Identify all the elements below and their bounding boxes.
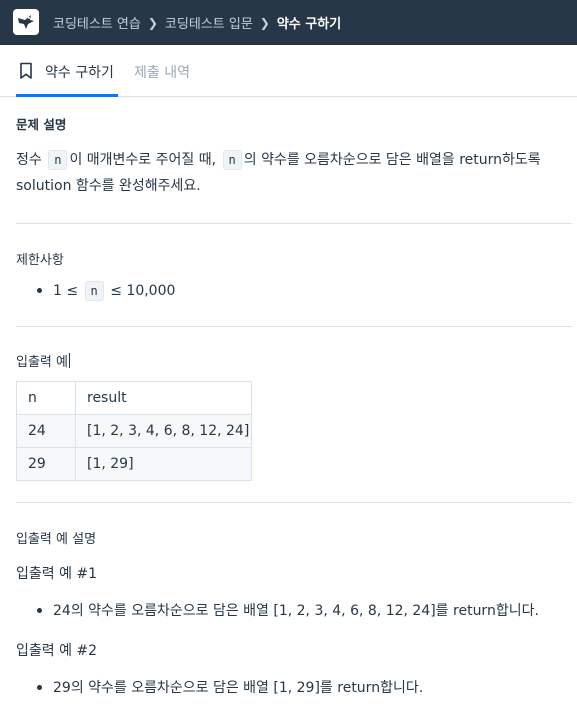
divider <box>16 223 572 224</box>
text-cursor <box>68 353 70 368</box>
breadcrumb: 코딩테스트 연습 ❯ 코딩테스트 입문 ❯ 약수 구하기 <box>53 0 341 45</box>
logo-icon <box>18 15 34 29</box>
io-example-2-list: 29의 약수를 오름차순으로 담은 배열 [1, 29]를 return합니다. <box>36 677 423 699</box>
description-heading: 문제 설명 <box>16 117 67 132</box>
tab-submissions[interactable]: 제출 내역 <box>134 62 190 82</box>
table-header-result: result <box>75 381 252 415</box>
io-example-table: n result 24 [1, 2, 3, 4, 6, 8, 12, 24] 2… <box>16 381 252 481</box>
chevron-right-icon: ❯ <box>147 15 158 30</box>
description-part1: 정수 <box>16 152 42 168</box>
table-header-n: n <box>16 381 76 415</box>
active-tab-indicator <box>16 94 118 97</box>
table-cell-result: [1, 29] <box>75 447 252 481</box>
breadcrumb-current: 약수 구하기 <box>276 17 342 32</box>
description-part3: 의 약수를 오름차순으로 담은 배열을 return하도록 <box>243 152 541 168</box>
breadcrumb-item-intro[interactable]: 코딩테스트 입문 <box>165 13 253 32</box>
io-example-2-title: 입출력 예 #2 <box>16 643 98 659</box>
divider <box>16 326 572 327</box>
io-example-1-title: 입출력 예 #1 <box>16 566 98 582</box>
table-header-row: n result <box>16 381 252 415</box>
io-example-1-text: 24의 약수를 오름차순으로 담은 배열 [1, 2, 3, 4, 6, 8, … <box>36 600 539 622</box>
io-example-2-text: 29의 약수를 오름차순으로 담은 배열 [1, 29]를 return합니다. <box>36 677 423 699</box>
description-text: 정수 n이 매개변수로 주어질 때, n의 약수를 오름차순으로 담은 배열을 … <box>16 147 572 199</box>
io-example-heading-text: 입출력 예 <box>16 355 68 370</box>
programmers-logo[interactable] <box>13 9 39 35</box>
constraint-item: 1 ≤ n ≤ 10,000 <box>36 280 175 302</box>
description-part2: 이 매개변수로 주어질 때, <box>69 152 217 168</box>
constraint-pre: 1 ≤ <box>53 283 79 299</box>
divider <box>16 502 572 503</box>
table-row: 24 [1, 2, 3, 4, 6, 8, 12, 24] <box>16 414 252 448</box>
code-var-n: n <box>84 281 104 301</box>
constraint-post: ≤ 10,000 <box>110 283 176 299</box>
bookmark-icon <box>20 62 32 79</box>
constraints-list: 1 ≤ n ≤ 10,000 <box>36 280 175 302</box>
io-explanation-heading: 입출력 예 설명 <box>16 532 97 547</box>
table-cell-result: [1, 2, 3, 4, 6, 8, 12, 24] <box>75 414 252 448</box>
constraints-heading: 제한사항 <box>16 253 64 268</box>
description-line2: solution 함수를 완성해주세요. <box>16 178 201 194</box>
problem-tabs: 약수 구하기 제출 내역 <box>0 45 577 97</box>
io-example-heading: 입출력 예 <box>16 351 70 370</box>
tab-problem[interactable]: 약수 구하기 <box>45 62 114 82</box>
table-cell-n: 29 <box>16 447 76 481</box>
table-row: 29 [1, 29] <box>16 447 252 481</box>
code-var-n: n <box>48 150 68 170</box>
table-cell-n: 24 <box>16 414 76 448</box>
breadcrumb-item-practice[interactable]: 코딩테스트 연습 <box>53 13 141 32</box>
top-nav-bar: 코딩테스트 연습 ❯ 코딩테스트 입문 ❯ 약수 구하기 <box>0 0 577 45</box>
chevron-right-icon: ❯ <box>259 15 270 30</box>
code-var-n: n <box>222 150 242 170</box>
io-example-1-list: 24의 약수를 오름차순으로 담은 배열 [1, 2, 3, 4, 6, 8, … <box>36 600 539 622</box>
